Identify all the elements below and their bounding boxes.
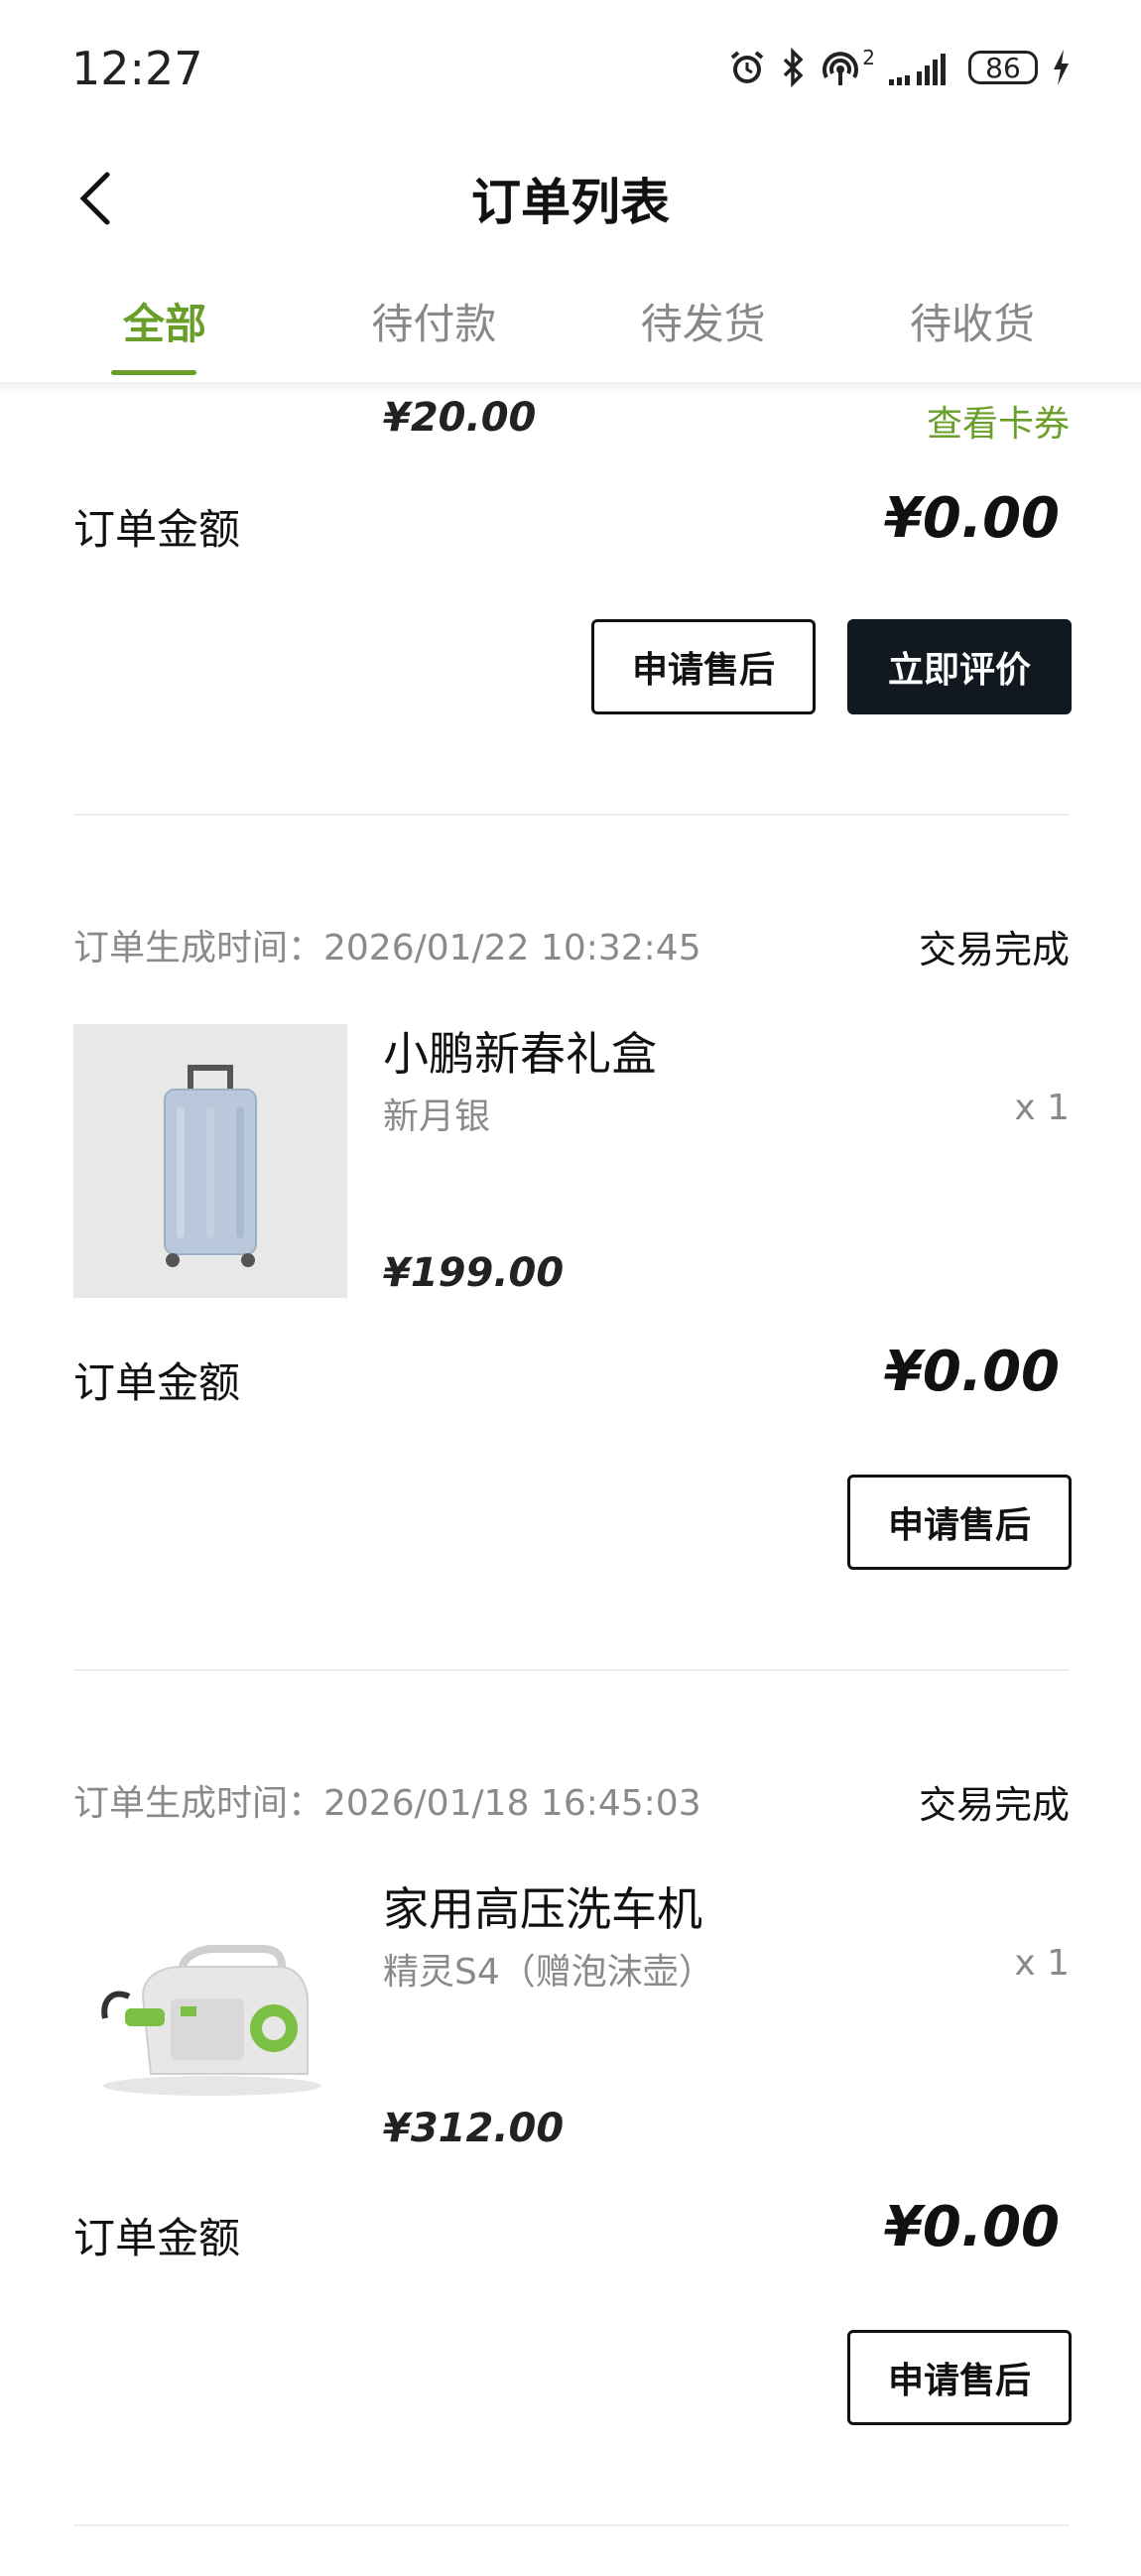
order-amount-value: ¥0.00 (883, 2195, 1060, 2259)
item-price: ¥199.00 (383, 1250, 565, 1296)
pressure-washer-icon (73, 1879, 347, 2153)
order-amount-label: 订单金额 (73, 1358, 241, 1407)
battery-indicator: 86 (968, 51, 1038, 84)
order-tabs: 全部 待付款 待发货 待收货 (0, 263, 1141, 382)
product-image[interactable] (73, 1879, 347, 2153)
header: 订单列表 (0, 139, 1141, 258)
product-spec: 精灵S4（赠泡沫壶） (383, 1952, 714, 1993)
after-sales-button[interactable]: 申请售后 (847, 2330, 1072, 2425)
product-quantity: x 1 (1014, 1943, 1070, 1984)
bluetooth-icon (779, 48, 807, 87)
hotspot-icon (819, 48, 862, 87)
button-label: 立即评价 (887, 650, 1031, 691)
order-divider (73, 1669, 1070, 1671)
status-bar: 12:27 2 86 (0, 0, 1141, 139)
product-spec: 新月银 (383, 1096, 491, 1137)
after-sales-button[interactable]: 申请售后 (847, 1475, 1072, 1570)
item-price: ¥20.00 (383, 395, 537, 441)
order-amount-value: ¥0.00 (883, 486, 1060, 551)
button-label: 申请售后 (887, 2361, 1031, 2401)
tab-label: 待收货 (909, 300, 1035, 348)
product-image[interactable] (73, 1024, 347, 1298)
battery-level: 86 (985, 51, 1021, 84)
order-status: 交易完成 (918, 928, 1070, 971)
button-label: 申请售后 (631, 650, 775, 691)
view-coupon-link[interactable]: 查看卡券 (927, 395, 1070, 447)
active-tab-indicator (111, 370, 196, 375)
page-title: 订单列表 (471, 174, 670, 231)
review-now-button[interactable]: 立即评价 (847, 619, 1072, 714)
button-label: 申请售后 (887, 1505, 1031, 1546)
order-time: 订单生成时间：2026/01/18 16:45:03 (73, 1783, 701, 1824)
signal-icon (887, 48, 956, 87)
status-icons: 2 86 (727, 46, 1072, 87)
order-amount-label: 订单金额 (73, 2214, 241, 2262)
charging-icon (1050, 48, 1072, 87)
order-amount-value: ¥0.00 (883, 1340, 1060, 1404)
product-name: 小鹏新春礼盒 (383, 1027, 657, 1081)
tab-pending-payment[interactable]: 待付款 (324, 263, 543, 382)
tab-pending-receipt[interactable]: 待收货 (863, 263, 1081, 382)
order-divider (73, 814, 1070, 816)
after-sales-button[interactable]: 申请售后 (591, 619, 816, 714)
order-amount-label: 订单金额 (73, 505, 241, 554)
tab-label: 待发货 (640, 300, 766, 348)
alarm-icon (727, 48, 767, 87)
tab-all[interactable]: 全部 (56, 263, 274, 382)
product-name: 家用高压洗车机 (383, 1882, 702, 1936)
tab-label: 全部 (122, 300, 206, 348)
status-time: 12:27 (71, 42, 203, 95)
product-quantity: x 1 (1014, 1088, 1070, 1128)
tab-shadow (0, 382, 1141, 392)
suitcase-icon (73, 1024, 347, 1298)
tab-label: 待付款 (371, 300, 497, 348)
tab-pending-shipment[interactable]: 待发货 (594, 263, 813, 382)
signal-superscript: 2 (862, 46, 875, 69)
order-status: 交易完成 (918, 1783, 1070, 1827)
item-price: ¥312.00 (383, 2106, 565, 2151)
order-divider (73, 2524, 1070, 2526)
order-time: 订单生成时间：2026/01/22 10:32:45 (73, 928, 701, 968)
